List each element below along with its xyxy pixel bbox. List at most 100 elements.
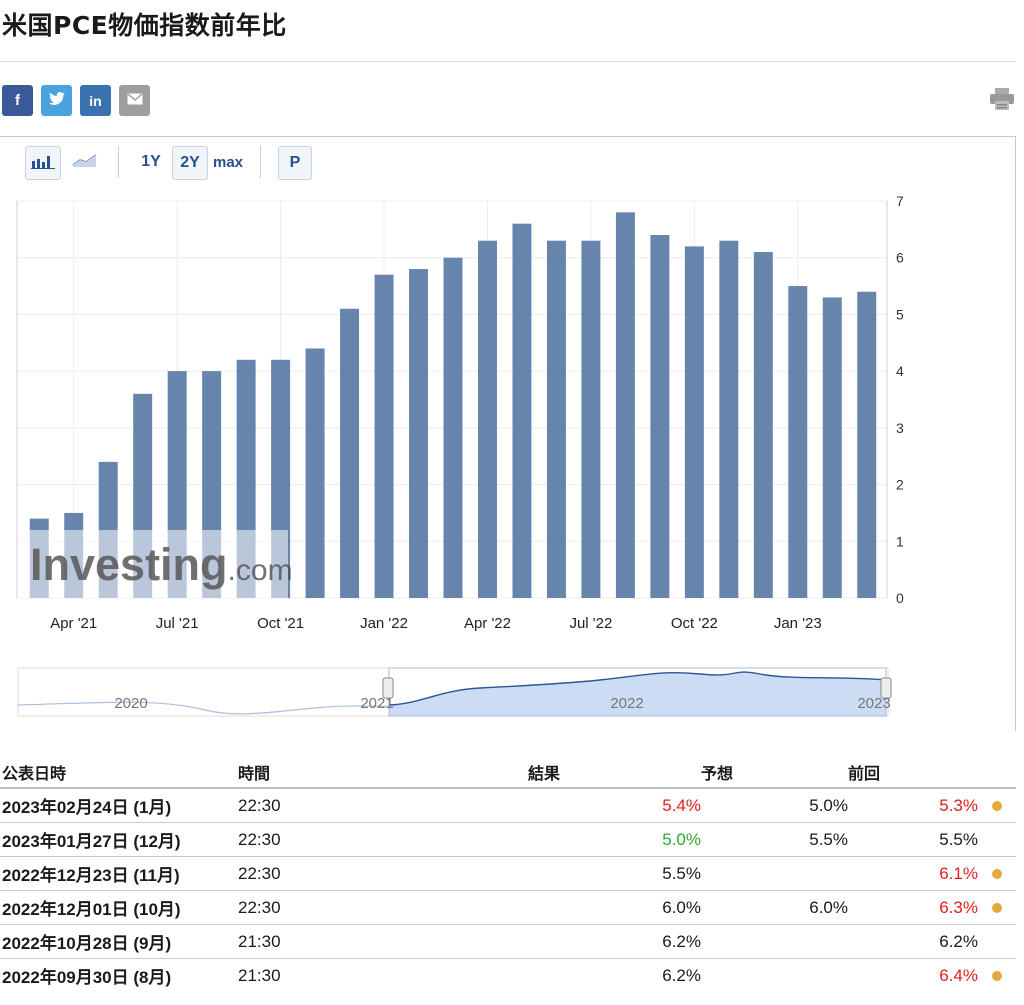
forecast-value-cell [701,958,848,992]
bar [477,240,497,598]
header-actual[interactable]: 結果 [528,757,701,789]
previous-value-cell: 5.3% [848,787,978,823]
bar [374,274,394,598]
forecast-value-cell [701,856,848,891]
revision-cell [978,787,1016,823]
bar [753,252,773,599]
x-tick-label: Jan '23 [774,615,822,632]
table-row: 2023年02月24日 (1月) 22:30 5.4% 5.0% 5.3% [0,787,1016,823]
bar [340,308,360,598]
revision-cell [978,890,1016,925]
navigator-year-label: 2023 [857,695,890,712]
forecast-value-cell: 5.0% [701,787,848,823]
table-row: 2022年12月01日 (10月) 22:30 6.0% 6.0% 6.3% [0,890,1016,925]
release-time-cell: 22:30 [238,822,528,857]
facebook-share-button[interactable]: f [2,85,33,116]
revision-cell [978,856,1016,891]
revised-dot-icon[interactable] [992,902,1002,913]
range-1y-button[interactable]: 1Y [136,146,166,178]
history-table: 公表日時 時間 結果 予想 前回 2023年02月24日 (1月) 22:30 5.… [0,757,1016,992]
revision-cell [978,924,1016,959]
watermark-suffix: .com [228,554,293,587]
table-header-row: 公表日時 時間 結果 予想 前回 [0,757,1016,789]
facebook-icon: f [15,92,20,109]
bar [719,240,739,598]
x-tick-label: Jul '22 [569,615,612,632]
y-tick-label: 0 [896,590,904,606]
range-navigator[interactable]: 2020 2021 2022 2023 [17,667,892,717]
table-row: 2022年10月28日 (9月) 21:30 6.2% 6.2% [0,924,1016,959]
twitter-icon [48,91,65,110]
bar [305,348,325,598]
revised-dot-icon[interactable] [992,970,1002,981]
header-time[interactable]: 時間 [238,757,528,789]
release-date-cell: 2022年09月30日 (8月) [0,958,238,992]
forecast-value-cell [701,924,848,959]
table-row: 2023年01月27日 (12月) 22:30 5.0% 5.5% 5.5% [0,822,1016,857]
bar [409,269,429,598]
bar-chart-icon [31,153,55,174]
linkedin-icon: in [89,92,102,109]
release-time-cell: 22:30 [238,787,528,823]
y-tick-label: 7 [896,193,904,209]
header-date[interactable]: 公表日時 [0,757,238,789]
bar [684,246,704,598]
release-date-cell: 2022年10月28日 (9月) [0,924,238,959]
bar [443,257,463,598]
navigator-year-label: 2020 [114,695,147,712]
twitter-share-button[interactable] [41,85,72,116]
page-title: 米国PCE物価指数前年比 [2,11,287,40]
email-share-button[interactable] [119,85,150,116]
toolbar-separator [260,146,261,178]
release-time-cell: 22:30 [238,856,528,891]
bar-chart-toggle-button[interactable] [25,146,61,180]
previous-value-cell: 6.4% [848,958,978,992]
bar [650,235,670,598]
bar [512,223,532,598]
revised-dot-icon[interactable] [992,800,1002,811]
revision-cell [978,822,1016,857]
previous-value-cell: 6.1% [848,856,978,891]
bar [822,297,842,598]
x-tick-label: Jan '22 [360,615,408,632]
actual-value-cell: 6.2% [528,924,701,959]
bar [788,286,808,598]
range-2y-button[interactable]: 2Y [172,146,208,180]
previous-value-cell: 6.3% [848,890,978,925]
printer-icon[interactable] [990,88,1014,114]
forecast-value-cell: 6.0% [701,890,848,925]
y-tick-label: 5 [896,306,904,322]
actual-value-cell: 5.4% [528,787,701,823]
linkedin-share-button[interactable]: in [80,85,111,116]
previous-value-cell: 5.5% [848,822,978,857]
title-divider [0,61,1016,62]
bar [615,212,635,598]
release-time-cell: 21:30 [238,924,528,959]
revision-cell [978,958,1016,992]
pce-chart: 0 1 2 3 4 5 6 7 Apr '21 Jul '21 Oct '21 Jan '22 Apr… [16,193,904,717]
navigator-year-label: 2022 [610,695,643,712]
release-date-cell: 2023年01月27日 (12月) [0,822,238,857]
y-tick-label: 4 [896,363,904,379]
actual-value-cell: 5.5% [528,856,701,891]
release-time-cell: 22:30 [238,890,528,925]
header-forecast[interactable]: 予想 [701,757,848,789]
x-tick-label: Oct '21 [257,615,304,632]
range-max-button[interactable]: max [209,146,247,178]
x-tick-label: Apr '22 [464,615,511,632]
release-time-cell: 21:30 [238,958,528,992]
release-date-cell: 2022年12月23日 (11月) [0,856,238,891]
header-previous[interactable]: 前回 [848,757,978,789]
p-button[interactable]: P [278,146,312,180]
table-row: 2022年12月23日 (11月) 22:30 5.5% 6.1% [0,856,1016,891]
y-tick-label: 1 [896,533,904,549]
forecast-value-cell: 5.5% [701,822,848,857]
previous-value-cell: 6.2% [848,924,978,959]
x-tick-label: Oct '22 [671,615,718,632]
release-date-cell: 2022年12月01日 (10月) [0,890,238,925]
x-tick-label: Jul '21 [156,615,199,632]
revised-dot-icon[interactable] [992,868,1002,879]
header-revised [978,757,1016,789]
bar [857,291,877,598]
line-chart-toggle-button[interactable] [68,146,102,178]
